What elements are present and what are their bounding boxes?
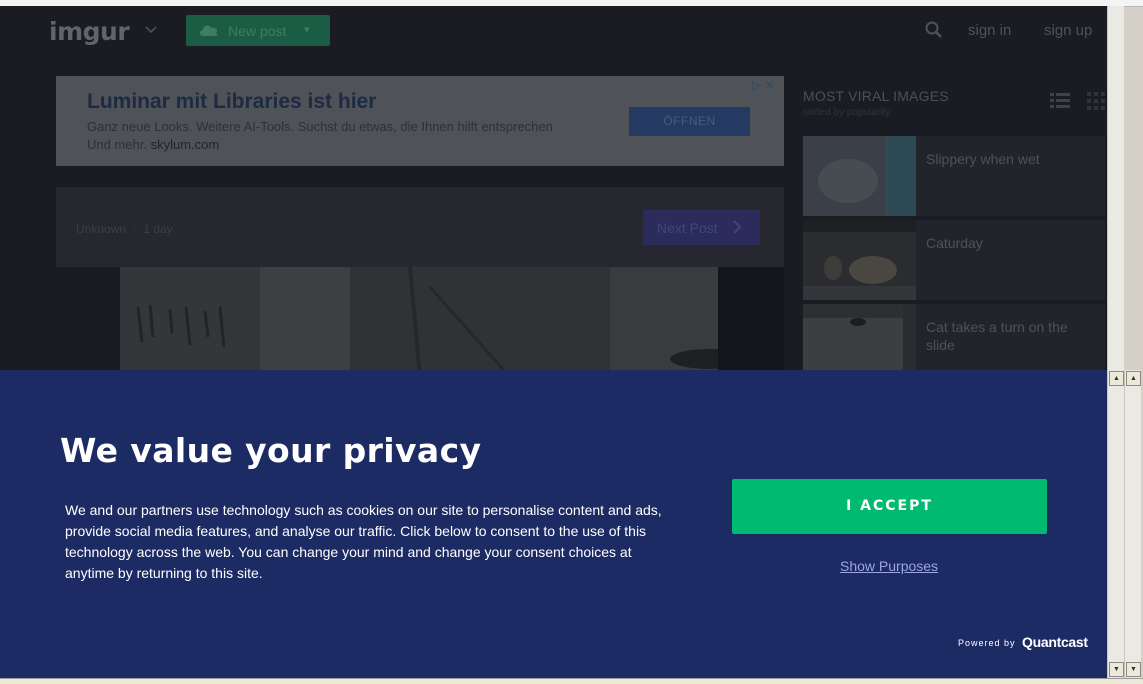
page-viewport: imgur New post ▾ sign in sign up Luminar…: [0, 6, 1107, 678]
post-image[interactable]: [120, 267, 718, 377]
sidebar-sort[interactable]: sorted by popularity: [803, 107, 890, 118]
chevron-down-icon: ▾: [304, 24, 310, 36]
chevron-down-icon[interactable]: [144, 22, 158, 36]
viral-item[interactable]: Caturday: [803, 220, 1105, 300]
scroll-down-arrow[interactable]: ▼: [1109, 662, 1124, 677]
ad-open-button[interactable]: ÖFFNEN: [629, 107, 750, 136]
powered-by-label: Powered by: [958, 638, 1016, 648]
search-icon[interactable]: [924, 20, 944, 40]
consent-dialog: We value your privacy We and our partner…: [0, 370, 1107, 678]
consent-text: We and our partners use technology such …: [65, 502, 662, 581]
page-scrollbar[interactable]: ▲ ▼: [1107, 370, 1124, 678]
show-purposes-link[interactable]: Show Purposes: [840, 558, 938, 574]
ad-controls[interactable]: ▷ ✕: [752, 78, 775, 92]
viral-item-title[interactable]: Caturday: [926, 234, 1096, 252]
sidebar-title: MOST VIRAL IMAGES: [803, 88, 949, 104]
adchoices-icon[interactable]: ▷: [752, 78, 761, 92]
ad-body-text: Ganz neue Looks. Weitere AI-Tools. Suchs…: [87, 119, 553, 134]
scroll-down-arrow[interactable]: ▼: [1126, 662, 1141, 677]
chevron-right-icon: [733, 220, 742, 234]
viral-item-title[interactable]: Cat takes a turn on the slide: [926, 318, 1096, 354]
close-icon[interactable]: ✕: [765, 78, 775, 92]
consent-title: We value your privacy: [60, 431, 482, 470]
new-post-label: New post: [228, 23, 287, 39]
ad-banner[interactable]: Luminar mit Libraries ist hier Ganz neue…: [56, 76, 784, 166]
viral-item-title[interactable]: Slippery when wet: [926, 150, 1096, 168]
ad-body-text-2: Und mehr.: [87, 137, 147, 152]
outer-scrollbar[interactable]: ▲ ▼: [1124, 370, 1141, 678]
list-view-icon[interactable]: [1050, 92, 1070, 110]
scroll-up-arrow[interactable]: ▲: [1126, 371, 1141, 386]
sign-up-link[interactable]: sign up: [1044, 22, 1092, 39]
ad-link[interactable]: skylum.com: [151, 137, 220, 152]
quantcast-logo[interactable]: Quantcast: [1022, 634, 1088, 650]
post-image-margin: [718, 267, 784, 377]
post-age: 1 day: [143, 222, 173, 236]
new-post-button[interactable]: New post ▾: [186, 15, 330, 46]
site-header: imgur New post ▾ sign in sign up: [0, 6, 1107, 56]
meta-separator: ·: [129, 222, 141, 236]
post-meta: Unknown · 1 day: [76, 222, 173, 236]
post-header: Unknown · 1 day Next Post: [56, 187, 784, 267]
imgur-logo[interactable]: imgur: [49, 17, 130, 46]
next-post-button[interactable]: Next Post: [643, 210, 760, 245]
post-image-content: [120, 267, 718, 377]
viral-thumbnail[interactable]: [803, 220, 916, 300]
viral-item[interactable]: Slippery when wet: [803, 136, 1105, 216]
thumbnail-image: [803, 220, 916, 300]
accept-button[interactable]: I ACCEPT: [732, 479, 1047, 534]
upload-cloud-icon: [200, 25, 218, 36]
next-post-label: Next Post: [657, 220, 718, 236]
post-author[interactable]: Unknown: [76, 222, 126, 236]
scroll-up-arrow[interactable]: ▲: [1109, 371, 1124, 386]
ad-title[interactable]: Luminar mit Libraries ist hier: [87, 90, 376, 114]
upper-scrollbar[interactable]: [1107, 6, 1124, 370]
sign-in-link[interactable]: sign in: [968, 22, 1011, 39]
viral-thumbnail[interactable]: [803, 136, 916, 216]
bottom-scrollbar[interactable]: [0, 678, 1143, 684]
thumbnail-image: [803, 136, 916, 216]
grid-view-icon[interactable]: [1087, 92, 1105, 110]
ad-body: Ganz neue Looks. Weitere AI-Tools. Suchs…: [87, 118, 607, 154]
